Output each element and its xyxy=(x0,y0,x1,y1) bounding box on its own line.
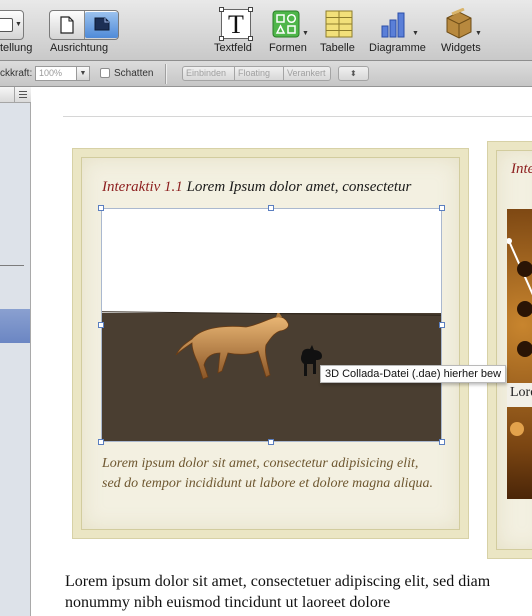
orientation-segmented-control[interactable] xyxy=(49,10,119,40)
opacity-value: 100% xyxy=(39,68,63,78)
resize-handle-right[interactable] xyxy=(439,322,445,328)
page-thumbnails-sidebar xyxy=(0,87,31,616)
card-2-image[interactable] xyxy=(507,209,532,499)
toolbar-label-shapes: Formen xyxy=(269,42,307,54)
resize-handle-top-left[interactable] xyxy=(98,205,104,211)
resize-handle-bottom[interactable] xyxy=(268,439,274,445)
3d-sky xyxy=(102,209,441,313)
document-canvas[interactable]: Interaktiv 1.1 Lorem Ipsum dolor amet, c… xyxy=(31,87,532,616)
shapes-icon xyxy=(272,10,300,38)
wrap-segmented-control[interactable]: Einbinden Floating Verankert xyxy=(182,66,331,81)
toolbar-label-table: Tabelle xyxy=(320,42,355,54)
view-button[interactable]: ▼ xyxy=(0,10,24,40)
view-icon xyxy=(0,18,13,32)
widgets-icon xyxy=(446,8,472,39)
table-icon xyxy=(325,10,353,38)
3d-dog-model[interactable] xyxy=(174,313,296,385)
drop-hint-tooltip: 3D Collada-Datei (.dae) hierher bew xyxy=(320,365,507,383)
card-title-number: Interaktiv 1.1 xyxy=(102,179,183,195)
sidebar-header xyxy=(0,87,31,103)
shadow-label: Schatten xyxy=(114,68,154,79)
sidebar-selected-item[interactable] xyxy=(0,309,30,343)
resize-handle-bottom-left[interactable] xyxy=(98,439,104,445)
chevron-down-icon: ▼ xyxy=(412,30,419,37)
updown-chevron-icon: ⬍ xyxy=(350,69,357,78)
opacity-combobox[interactable]: 100% ▼ xyxy=(35,66,90,81)
toolbar-label-widgets: Widgets xyxy=(441,42,481,54)
textbox-icon: T xyxy=(219,7,253,41)
chevron-down-icon[interactable]: ▼ xyxy=(76,67,89,80)
wrap-style-popup[interactable]: ⬍ xyxy=(338,66,369,81)
textbox-button[interactable]: T xyxy=(216,7,256,42)
card-2-caption-strip: Lore xyxy=(507,383,532,407)
widgets-button[interactable]: ▼ xyxy=(442,8,482,42)
wrap-option-inline[interactable]: Einbinden xyxy=(186,68,226,78)
shadow-checkbox[interactable] xyxy=(100,68,110,78)
charts-icon xyxy=(381,12,405,38)
body-paragraph[interactable]: Lorem ipsum dolor sit amet, consectetuer… xyxy=(65,571,527,613)
format-bar: ckkraft: 100% ▼ Schatten Einbinden Float… xyxy=(0,61,532,87)
resize-handle-top-right[interactable] xyxy=(439,205,445,211)
card-title-text: Lorem Ipsum dolor amet, consectetur xyxy=(186,179,412,195)
chevron-down-icon: ▼ xyxy=(15,21,22,28)
header-guide-line xyxy=(63,116,532,117)
card-caption[interactable]: Lorem ipsum dolor sit amet, consectetur … xyxy=(102,454,437,493)
chevron-down-icon: ▼ xyxy=(475,30,482,37)
format-bar-divider xyxy=(165,64,167,84)
wrap-option-floating[interactable]: Floating xyxy=(238,68,270,78)
card-2-title[interactable]: Inte xyxy=(511,161,532,178)
table-button[interactable] xyxy=(319,8,359,42)
landscape-page-icon[interactable] xyxy=(94,16,110,32)
resize-handle-top[interactable] xyxy=(268,205,274,211)
portrait-page-icon[interactable] xyxy=(60,16,74,34)
sidebar-divider xyxy=(0,265,24,266)
toolbar-label-textbox: Textfeld xyxy=(214,42,252,54)
wrap-option-anchored[interactable]: Verankert xyxy=(287,68,326,78)
sidebar-menu-icon[interactable] xyxy=(19,91,27,98)
toolbar-label-view: tellung xyxy=(0,42,33,54)
app-window: ▼ tellung Ausrichtung T Textfeld ▼ Forme… xyxy=(0,0,532,616)
toolbar-label-orientation: Ausrichtung xyxy=(50,42,109,54)
charts-button[interactable]: ▼ xyxy=(378,8,419,42)
3d-object-viewport[interactable] xyxy=(101,208,442,442)
opacity-label: ckkraft: xyxy=(0,68,33,79)
card-title[interactable]: Interaktiv 1.1 Lorem Ipsum dolor amet, c… xyxy=(102,179,411,196)
resize-handle-left[interactable] xyxy=(98,322,104,328)
toolbar-label-charts: Diagramme xyxy=(369,42,426,54)
toolbar: ▼ tellung Ausrichtung T Textfeld ▼ Forme… xyxy=(0,0,532,61)
resize-handle-bottom-right[interactable] xyxy=(439,439,445,445)
chevron-down-icon: ▼ xyxy=(302,30,309,37)
shapes-button[interactable]: ▼ xyxy=(268,8,309,42)
